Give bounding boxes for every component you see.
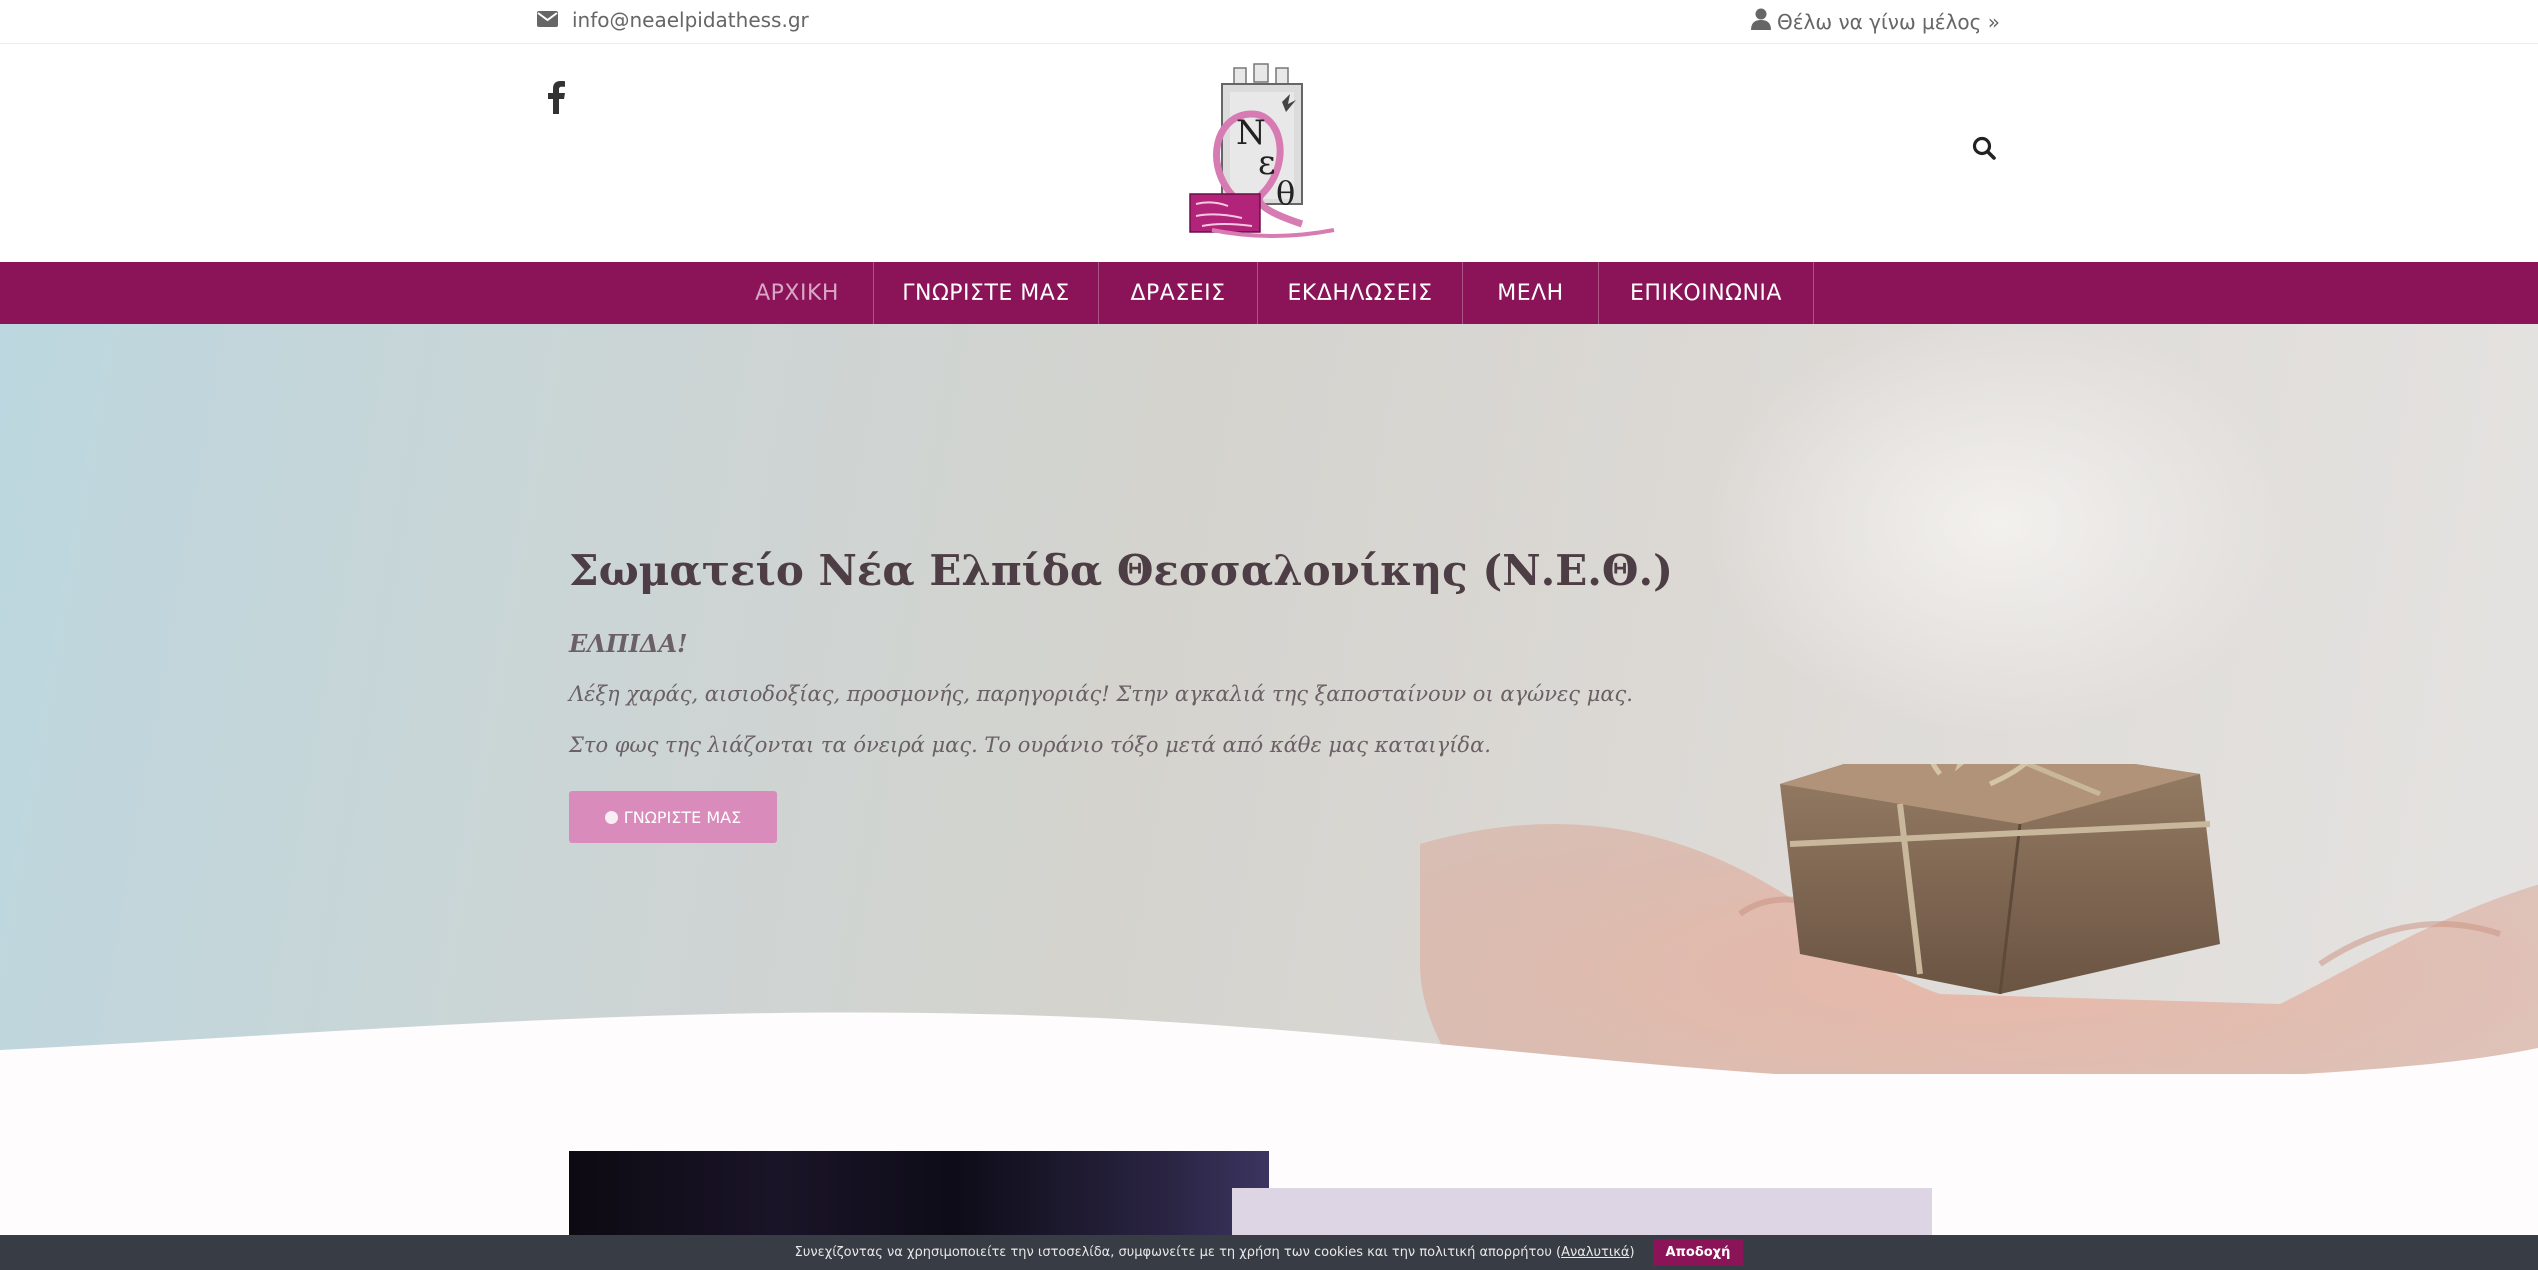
main-nav: ΑΡΧΙΚΗ ΓΝΩΡΙΣΤΕ ΜΑΣ ΔΡΑΣΕΙΣ ΕΚΔΗΛΩΣΕΙΣ Μ… — [0, 262, 2538, 324]
about-us-button[interactable]: ΓΝΩΡΙΣΤΕ ΜΑΣ — [569, 791, 777, 843]
email-link[interactable]: info@neaelpidathess.gr — [537, 8, 809, 32]
site-logo[interactable]: Ν ε θ — [1182, 54, 1342, 244]
cookie-bar: Συνεχίζοντας να χρησιμοποιείτε την ιστοσ… — [0, 1235, 2538, 1270]
svg-text:θ: θ — [1276, 174, 1295, 212]
nav-item-about[interactable]: ΓΝΩΡΙΣΤΕ ΜΑΣ — [874, 262, 1099, 324]
hero-banner: Σωματείο Νέα Ελπίδα Θεσσαλονίκης (Ν.Ε.Θ.… — [0, 324, 2538, 1074]
nav-item-home[interactable]: ΑΡΧΙΚΗ — [721, 262, 874, 324]
user-icon — [1750, 8, 1777, 35]
svg-text:ε: ε — [1258, 143, 1276, 183]
hero-text-line-2: Στο φως της λιάζονται τα όνειρά μας. Το … — [569, 733, 1491, 757]
become-member-link[interactable]: Θέλω να γίνω μέλος » — [1750, 8, 2000, 35]
cookie-accept-button[interactable]: Αποδοχή — [1652, 1239, 1744, 1266]
search-icon[interactable] — [1972, 136, 1996, 164]
nav-item-members[interactable]: ΜΕΛΗ — [1463, 262, 1599, 324]
hero-text-line-1: Λέξη χαράς, αισιοδοξίας, προσμονής, παρη… — [569, 682, 1633, 706]
facebook-icon[interactable] — [546, 80, 566, 118]
top-bar: info@neaelpidathess.gr Θέλω να γίνω μέλο… — [0, 0, 2538, 44]
nav-list: ΑΡΧΙΚΗ ΓΝΩΡΙΣΤΕ ΜΑΣ ΔΡΑΣΕΙΣ ΕΚΔΗΛΩΣΕΙΣ Μ… — [721, 262, 1814, 324]
hero-title: Σωματείο Νέα Ελπίδα Θεσσαλονίκης (Ν.Ε.Θ.… — [569, 546, 1673, 595]
envelope-icon — [537, 8, 572, 32]
email-text: info@neaelpidathess.gr — [572, 8, 809, 32]
nav-item-events[interactable]: ΕΚΔΗΛΩΣΕΙΣ — [1258, 262, 1463, 324]
become-member-text: Θέλω να γίνω μέλος » — [1776, 9, 2000, 34]
cookie-text-end: ) — [1629, 1245, 1635, 1260]
cookie-details-link[interactable]: Αναλυτικά — [1561, 1245, 1629, 1260]
about-us-button-label: ΓΝΩΡΙΣΤΕ ΜΑΣ — [623, 807, 742, 827]
dot-icon — [604, 810, 618, 824]
hero-subtitle: ΕΛΠΙΔΑ! — [569, 629, 688, 658]
nav-item-actions[interactable]: ΔΡΑΣΕΙΣ — [1099, 262, 1258, 324]
cookie-text: Συνεχίζοντας να χρησιμοποιείτε την ιστοσ… — [794, 1245, 1562, 1260]
nav-item-contact[interactable]: ΕΠΙΚΟΙΝΩΝΙΑ — [1599, 262, 1814, 324]
